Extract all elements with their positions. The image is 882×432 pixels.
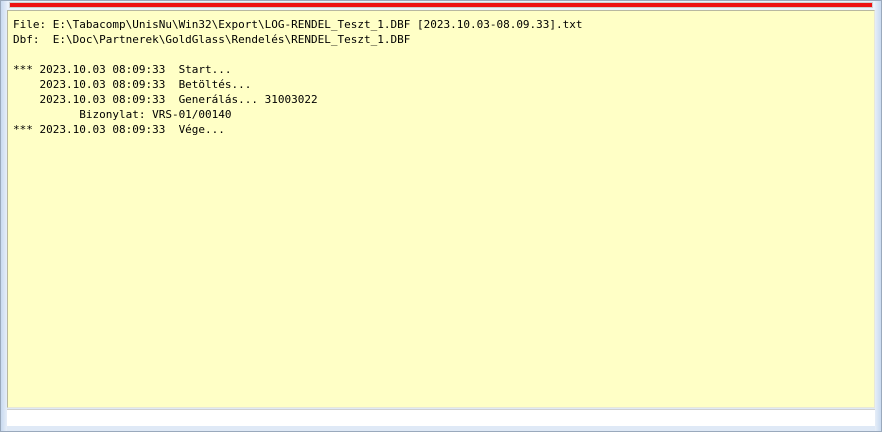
log-line-document: Bizonylat: VRS-01/00140: [13, 108, 232, 121]
window-frame-right: [875, 1, 881, 431]
log-text-area[interactable]: File: E:\Tabacomp\UnisNu\Win32\Export\LO…: [7, 10, 875, 408]
log-line-dbf: Dbf: E:\Doc\Partnerek\GoldGlass\Rendelés…: [13, 33, 411, 46]
status-strip: [7, 409, 875, 426]
log-line-loading: 2023.10.03 08:09:33 Betöltés...: [13, 78, 252, 91]
log-line-file: File: E:\Tabacomp\UnisNu\Win32\Export\LO…: [13, 18, 583, 31]
log-line-generating: 2023.10.03 08:09:33 Generálás... 3100302…: [13, 93, 318, 106]
log-line-blank: [13, 47, 874, 62]
log-line-start: *** 2023.10.03 08:09:33 Start...: [13, 63, 232, 76]
log-window: File: E:\Tabacomp\UnisNu\Win32\Export\LO…: [0, 0, 882, 432]
log-line-end: *** 2023.10.03 08:09:33 Vége...: [13, 123, 225, 136]
progress-bar: [9, 2, 873, 8]
progress-fill: [10, 3, 872, 7]
